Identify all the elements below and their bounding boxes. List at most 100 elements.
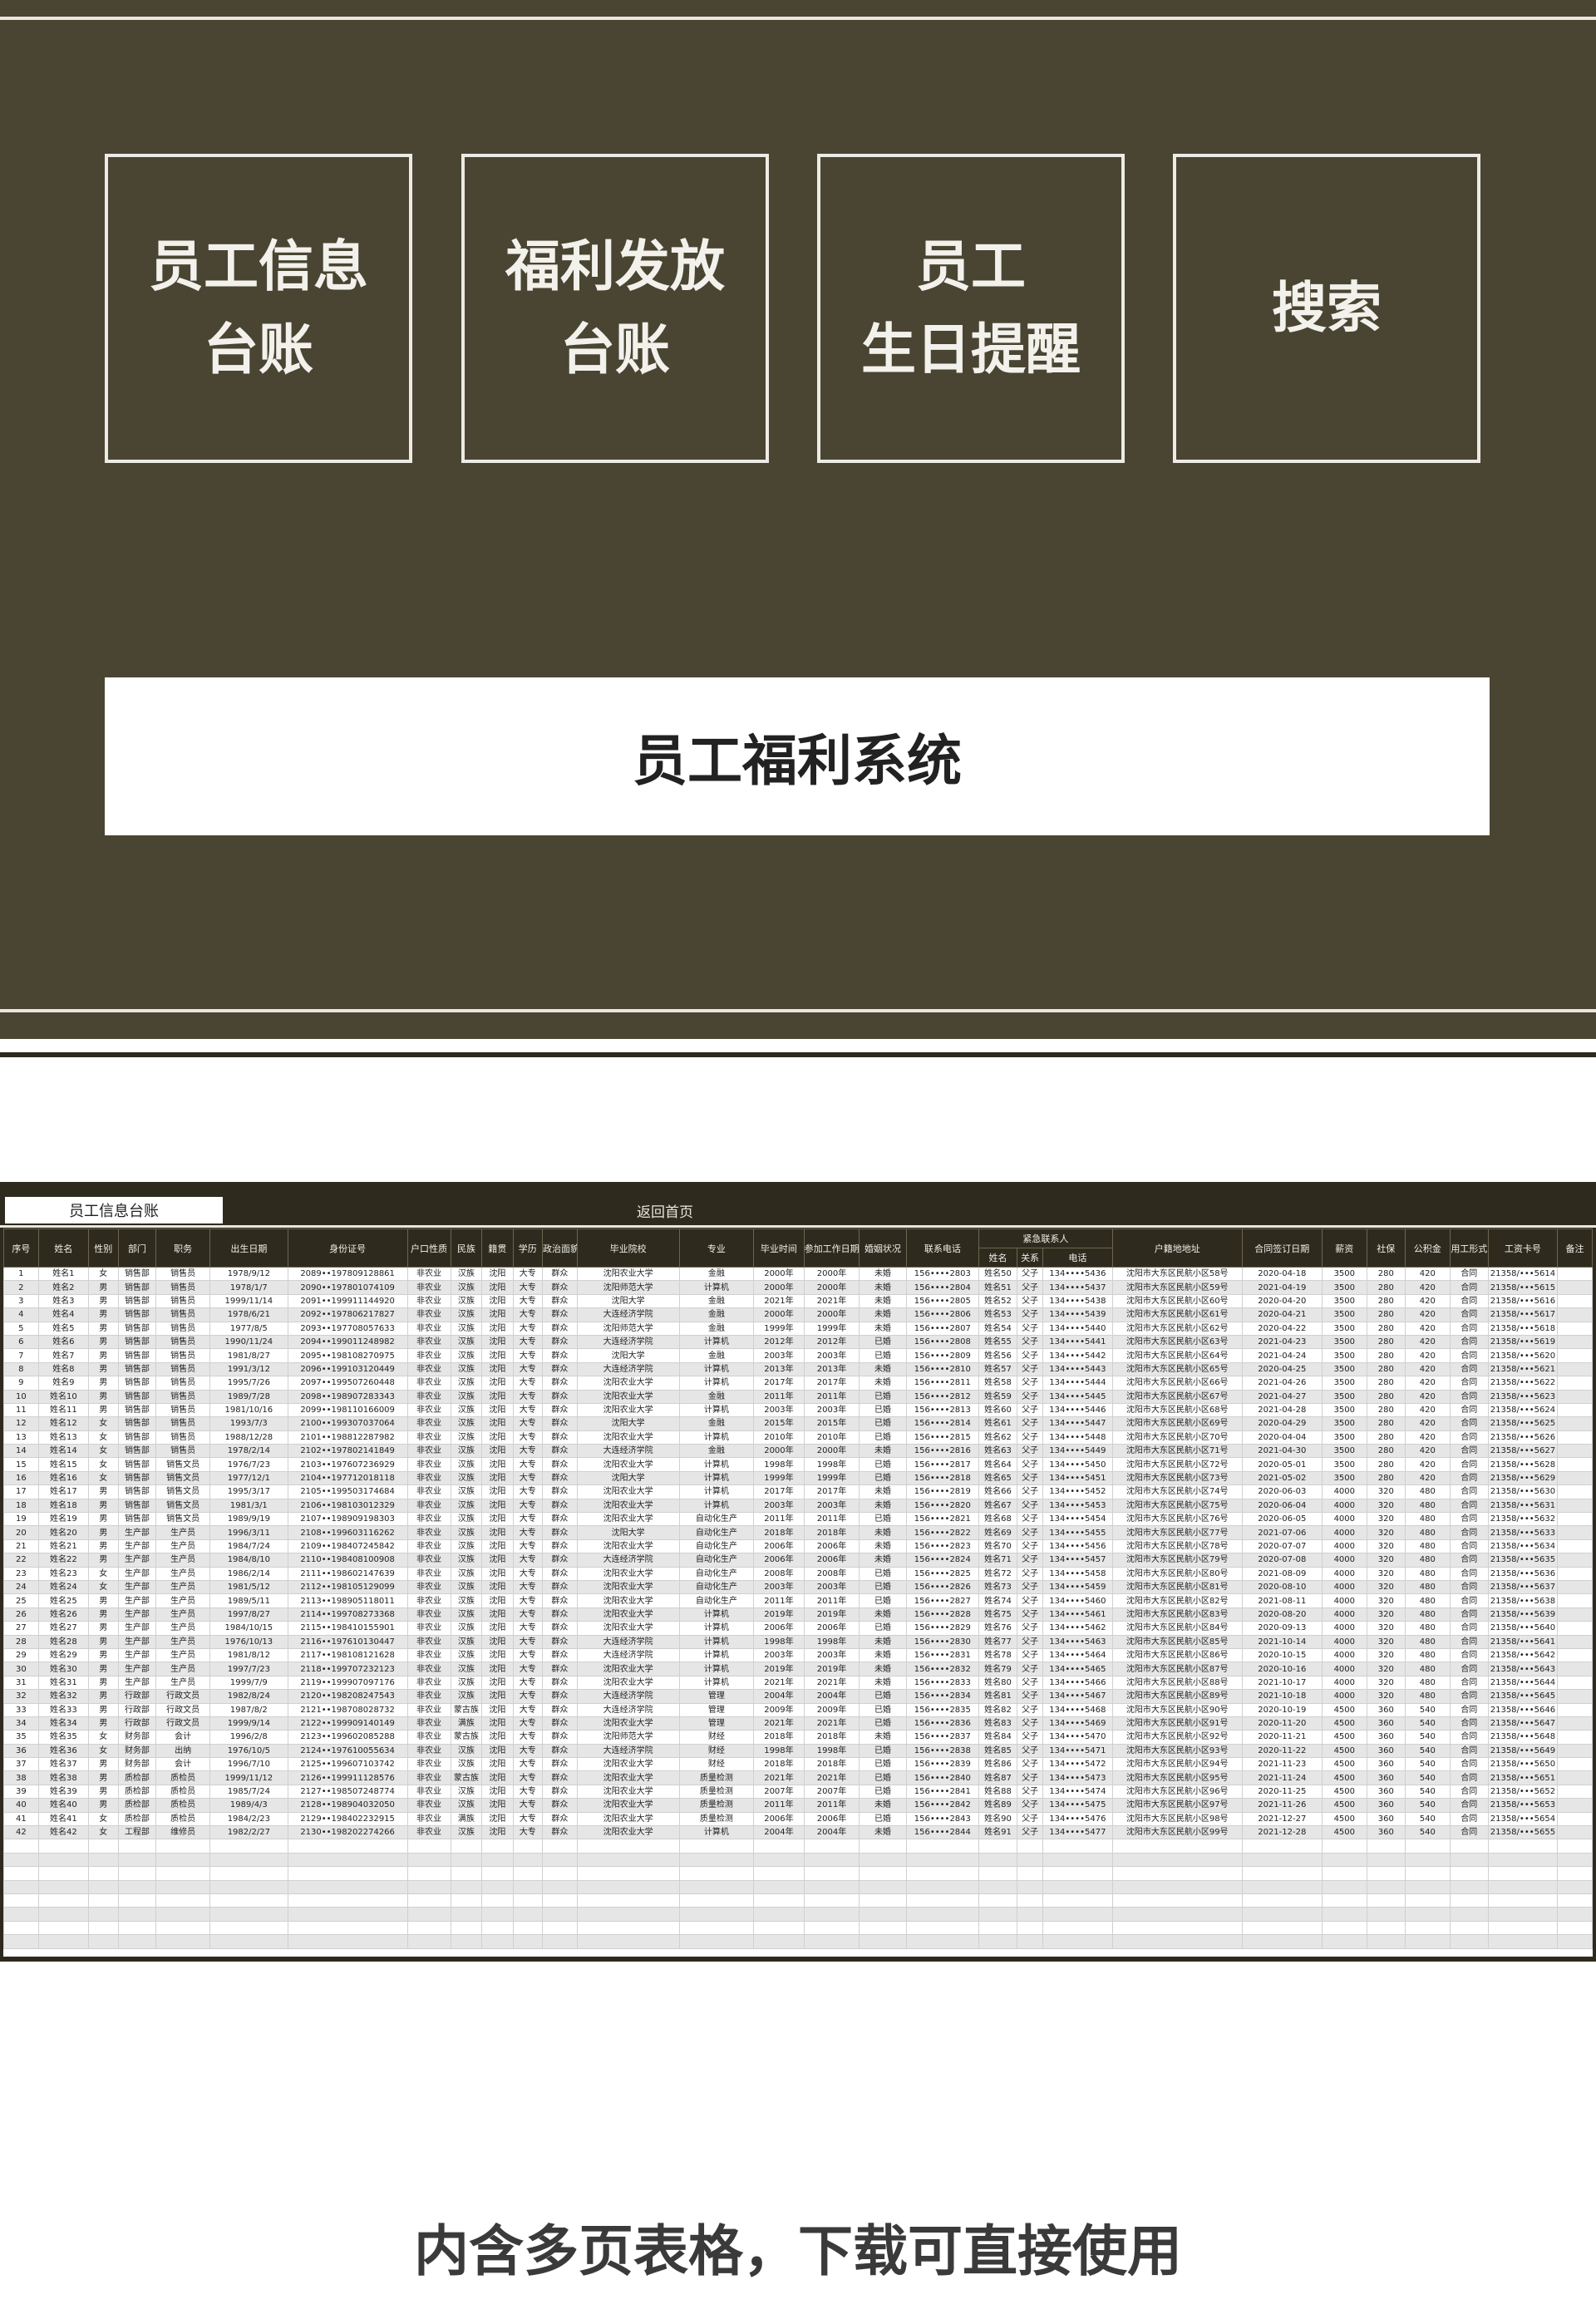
birthday-reminder-button[interactable]: 员工 生日提醒	[817, 154, 1125, 463]
table-cell: 21358/•••5642	[1487, 1647, 1559, 1663]
table-cell: 21358/•••5639	[1487, 1607, 1559, 1622]
table-cell: 1981/3/1	[209, 1498, 288, 1514]
table-cell: 2004年	[753, 1689, 805, 1704]
table-cell: 非农业	[406, 1579, 451, 1595]
table-cell: 21358/•••5624	[1487, 1402, 1559, 1418]
employee-info-ledger-button[interactable]: 员工信息 台账	[105, 154, 412, 463]
table-cell: 540	[1404, 1770, 1451, 1785]
table-cell: 未婚	[859, 1607, 907, 1622]
table-cell: 23	[3, 1566, 39, 1581]
table-cell: 2021年	[803, 1675, 860, 1691]
table-cell: 134••••5471	[1042, 1743, 1113, 1759]
table-cell: 大专	[512, 1321, 544, 1336]
table-cell: 134••••5477	[1042, 1825, 1113, 1840]
table-cell: 大专	[512, 1389, 544, 1404]
table-cell: 4000	[1321, 1525, 1367, 1540]
table-cell: 财经	[678, 1730, 755, 1745]
table-cell: 管理	[678, 1702, 755, 1717]
table-cell: 480	[1404, 1525, 1451, 1540]
table-cell: 沈阳	[481, 1689, 514, 1704]
table-cell: 姓名88	[978, 1784, 1017, 1800]
column-header: 籍贯	[481, 1228, 514, 1268]
table-cell: 1995/3/17	[209, 1484, 288, 1499]
table-cell: 2095••198108270975	[287, 1348, 408, 1363]
empty-cell	[678, 1907, 755, 1922]
table-cell: 2102••197802141849	[287, 1444, 408, 1459]
table-cell: 12	[3, 1416, 39, 1431]
table-cell: 2021-08-09	[1241, 1566, 1323, 1581]
table-cell: 销售文员	[155, 1470, 210, 1486]
column-header: 身份证号	[287, 1228, 408, 1268]
table-cell: 未婚	[859, 1376, 907, 1391]
table-cell: 父子	[1016, 1484, 1044, 1499]
table-cell: 汉族	[450, 1662, 483, 1676]
table-cell: 156••••2836	[905, 1716, 980, 1731]
table-cell: 销售部	[117, 1348, 157, 1363]
column-header: 社保	[1366, 1228, 1406, 1268]
table-cell	[1557, 1307, 1593, 1322]
table-cell: 男	[88, 1525, 119, 1540]
empty-cell	[978, 1934, 1017, 1949]
table-cell: 汉族	[450, 1348, 483, 1363]
table-cell: 父子	[1016, 1457, 1044, 1472]
empty-cell	[1404, 1866, 1451, 1881]
table-cell: 1999/9/14	[209, 1716, 288, 1731]
table-cell: 生产部	[117, 1662, 157, 1676]
table-cell: 沈阳	[481, 1293, 514, 1309]
table-cell: 4500	[1321, 1743, 1367, 1759]
empty-cell	[905, 1879, 980, 1894]
empty-row	[3, 1852, 1593, 1868]
table-cell: 男	[88, 1348, 119, 1363]
table-cell: 480	[1404, 1634, 1451, 1649]
table-cell: 姓名80	[978, 1675, 1017, 1691]
table-cell: 姓名3	[37, 1293, 90, 1309]
table-cell: 父子	[1016, 1266, 1044, 1282]
table-cell: 已婚	[859, 1566, 907, 1581]
table-cell: 2021年	[803, 1770, 860, 1785]
table-cell: 生产员	[155, 1675, 210, 1691]
table-cell: 21358/•••5622	[1487, 1376, 1559, 1391]
table-cell: 1989/5/11	[209, 1593, 288, 1608]
table-cell: 21358/•••5619	[1487, 1334, 1559, 1350]
empty-cell	[450, 1907, 483, 1922]
table-cell: 320	[1366, 1689, 1406, 1704]
table-cell: 姓名62	[978, 1430, 1017, 1445]
table-row: 39 姓名39 男质检部 质检员 1985/7/24 2127••198507248774…	[3, 1784, 1593, 1800]
table-cell: 蒙古族	[450, 1770, 483, 1785]
table-cell: 姓名8	[37, 1361, 90, 1377]
table-cell: 沈阳市大东区民航小区89号	[1111, 1689, 1243, 1704]
table-cell	[1557, 1566, 1593, 1581]
table-cell: 汉族	[450, 1798, 483, 1813]
table-cell: 21358/•••5630	[1487, 1484, 1559, 1499]
empty-cell	[1016, 1866, 1044, 1881]
table-cell: 非农业	[406, 1430, 451, 1445]
table-cell: 480	[1404, 1579, 1451, 1595]
table-cell: 21358/•••5615	[1487, 1280, 1559, 1295]
table-cell: 销售文员	[155, 1498, 210, 1514]
welfare-distribution-ledger-button[interactable]: 福利发放 台账	[461, 154, 769, 463]
table-cell: 未婚	[859, 1539, 907, 1554]
empty-cell	[1366, 1907, 1406, 1922]
empty-cell	[88, 1839, 119, 1854]
table-cell: 沈阳	[481, 1784, 514, 1800]
table-cell: 群众	[542, 1484, 578, 1499]
search-button[interactable]: 搜索	[1173, 154, 1480, 463]
table-cell: 大专	[512, 1539, 544, 1554]
table-cell: 父子	[1016, 1811, 1044, 1827]
empty-cell	[1449, 1879, 1489, 1894]
table-cell: 姓名22	[37, 1553, 90, 1568]
table-cell: 群众	[542, 1662, 578, 1676]
section-divider	[0, 1052, 1596, 1057]
table-cell: 沈阳农业大学	[576, 1484, 680, 1499]
table-cell: 2020-10-16	[1241, 1662, 1323, 1676]
table-cell: 合同	[1449, 1579, 1489, 1595]
table-cell: 女	[88, 1430, 119, 1445]
table-cell: 沈阳农业大学	[576, 1579, 680, 1595]
table-cell: 2004年	[803, 1689, 860, 1704]
table-cell: 生产员	[155, 1662, 210, 1676]
table-cell: 姓名73	[978, 1579, 1017, 1595]
table-cell: 2010年	[753, 1430, 805, 1445]
back-home-link[interactable]: 返回首页	[607, 1199, 723, 1222]
table-cell: 非农业	[406, 1402, 451, 1418]
table-cell: 沈阳	[481, 1416, 514, 1431]
